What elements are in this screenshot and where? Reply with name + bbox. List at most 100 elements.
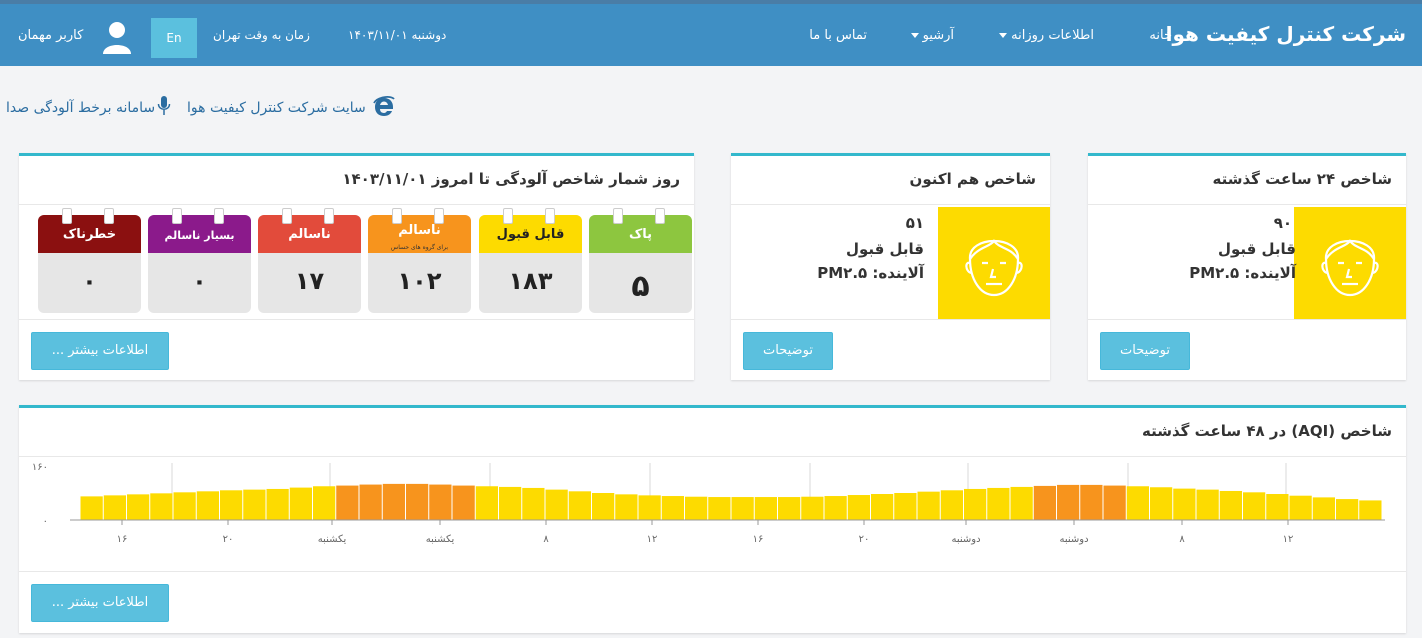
chart-bar[interactable] bbox=[196, 491, 219, 520]
aqi-48h-title: شاخص (AQI) در ۴۸ ساعت گذشته bbox=[1142, 422, 1392, 440]
air-quality-site-link[interactable]: سایت شرکت کنترل کیفیت هوا bbox=[187, 100, 366, 116]
past-24h-details-button[interactable]: توضیحات bbox=[1100, 332, 1190, 370]
day-counter-more-button[interactable]: اطلاعات بیشتر ... bbox=[31, 332, 169, 370]
current-index-panel: شاخص هم اکنون ۵۱ قابل قبول آلاینده: PM۲.… bbox=[731, 153, 1050, 380]
user-icon[interactable] bbox=[102, 20, 132, 54]
divider bbox=[731, 319, 1050, 320]
chart-bar[interactable] bbox=[1103, 485, 1126, 520]
current-index-status: قابل قبول bbox=[845, 240, 924, 258]
x-tick-label: ۱۲ bbox=[1283, 534, 1294, 545]
tile-count: ۵ bbox=[631, 269, 650, 304]
chart-bar[interactable] bbox=[778, 497, 801, 520]
calendar-ring bbox=[613, 208, 623, 224]
current-index-details-button[interactable]: توضیحات bbox=[743, 332, 833, 370]
neutral-face-icon bbox=[965, 239, 1023, 297]
noise-pollution-link[interactable]: سامانه برخط آلودگی صدا bbox=[6, 100, 155, 116]
nav-archive-label: آرشیو bbox=[922, 28, 954, 43]
chart-bar[interactable] bbox=[1359, 500, 1382, 520]
language-button[interactable]: En bbox=[151, 18, 197, 58]
chart-bar[interactable] bbox=[987, 487, 1010, 520]
chart-bar[interactable] bbox=[1289, 495, 1312, 520]
x-tick-label: ۱۶ bbox=[117, 534, 128, 545]
chart-bar[interactable] bbox=[1219, 490, 1242, 520]
tile-header: بسیار ناسالم bbox=[148, 215, 251, 253]
chart-bar[interactable] bbox=[1336, 499, 1359, 520]
chart-bar[interactable] bbox=[173, 492, 196, 520]
nav-daily-label: اطلاعات روزانه bbox=[1011, 28, 1094, 43]
nav-archive[interactable]: آرشیو bbox=[910, 28, 954, 43]
chart-bar[interactable] bbox=[289, 487, 312, 520]
chart-bar[interactable] bbox=[475, 486, 498, 520]
chart-bar[interactable] bbox=[1243, 492, 1266, 520]
chart-bar[interactable] bbox=[1266, 494, 1289, 520]
chart-bar[interactable] bbox=[801, 496, 824, 520]
calendar-ring bbox=[172, 208, 182, 224]
microphone-icon[interactable] bbox=[157, 95, 171, 117]
guest-user-label[interactable]: کاربر مهمان bbox=[18, 28, 83, 43]
chart-bar[interactable] bbox=[1033, 485, 1056, 520]
tile-count: ۱۰۲ bbox=[397, 267, 442, 295]
aqi-48h-chart: ۰ ۱۶۰ ۱۶ ۲۰ یکشنبه یکشنبه ۸ ۱۲ ۱۶ ۲۰ دوشنبه دوشنبه ۸… bbox=[32, 462, 1385, 545]
chart-bar[interactable] bbox=[708, 497, 731, 520]
tile-header: خطرناک bbox=[38, 215, 141, 253]
chart-bar[interactable] bbox=[592, 493, 615, 520]
chart-bar[interactable] bbox=[871, 494, 894, 520]
chart-bar[interactable] bbox=[522, 487, 545, 520]
chart-bar[interactable] bbox=[313, 486, 336, 520]
chart-bar[interactable] bbox=[638, 495, 661, 520]
chart-bar[interactable] bbox=[220, 490, 243, 520]
chart-bar[interactable] bbox=[615, 494, 638, 520]
chevron-down-icon bbox=[910, 33, 919, 38]
chart-bar[interactable] bbox=[545, 489, 568, 520]
x-tick-label: ۲۰ bbox=[223, 534, 234, 545]
chart-bar[interactable] bbox=[661, 496, 684, 520]
chart-bar[interactable] bbox=[406, 483, 429, 520]
chart-bar[interactable] bbox=[1057, 484, 1080, 520]
aqi-48h-more-button[interactable]: اطلاعات بیشتر ... bbox=[31, 584, 169, 622]
chart-bar[interactable] bbox=[336, 485, 359, 520]
chart-bar[interactable] bbox=[452, 485, 475, 520]
chart-bar[interactable] bbox=[964, 488, 987, 520]
chart-bar[interactable] bbox=[847, 495, 870, 520]
chart-bar[interactable] bbox=[382, 483, 405, 520]
chart-bar[interactable] bbox=[1010, 486, 1033, 520]
chart-bar[interactable] bbox=[359, 484, 382, 520]
nav-contact[interactable]: تماس با ما bbox=[809, 28, 867, 43]
y-tick-label: ۱۶۰ bbox=[32, 462, 48, 473]
divider bbox=[1088, 319, 1406, 320]
nav-home[interactable]: خانه bbox=[1149, 28, 1172, 43]
chart-bar[interactable] bbox=[1196, 489, 1219, 520]
aqi-face-box bbox=[938, 207, 1050, 319]
x-tick-label: دوشنبه bbox=[951, 534, 980, 545]
chart-bar[interactable] bbox=[1126, 486, 1149, 520]
tile-hazardous: خطرناک ۰ bbox=[38, 215, 141, 313]
chart-bar[interactable] bbox=[127, 494, 150, 520]
chart-bar[interactable] bbox=[429, 484, 452, 520]
calendar-ring bbox=[545, 208, 555, 224]
chart-bar[interactable] bbox=[731, 497, 754, 520]
chart-bar[interactable] bbox=[894, 493, 917, 520]
nav-daily-info[interactable]: اطلاعات روزانه bbox=[999, 28, 1094, 43]
brand-title[interactable]: شرکت کنترل کیفیت هوا bbox=[1166, 22, 1406, 46]
chart-bar[interactable] bbox=[917, 491, 940, 520]
chart-bar[interactable] bbox=[103, 495, 126, 520]
divider bbox=[19, 571, 1406, 572]
chart-bar[interactable] bbox=[940, 490, 963, 520]
chart-bar[interactable] bbox=[1312, 497, 1335, 520]
x-tick-label: یکشنبه bbox=[318, 534, 347, 545]
chevron-down-icon bbox=[999, 33, 1008, 38]
chart-bar[interactable] bbox=[1173, 488, 1196, 520]
calendar-ring bbox=[282, 208, 292, 224]
chart-bar[interactable] bbox=[824, 496, 847, 520]
chart-bar[interactable] bbox=[754, 497, 777, 520]
chart-bar[interactable] bbox=[266, 488, 289, 520]
chart-bar[interactable] bbox=[685, 496, 708, 520]
chart-bar[interactable] bbox=[243, 489, 266, 520]
chart-bar[interactable] bbox=[80, 496, 103, 520]
chart-bar[interactable] bbox=[499, 486, 522, 520]
internet-explorer-icon[interactable] bbox=[372, 95, 396, 119]
chart-bar[interactable] bbox=[150, 493, 173, 520]
chart-bar[interactable] bbox=[1150, 487, 1173, 520]
chart-bar[interactable] bbox=[568, 491, 591, 520]
chart-bar[interactable] bbox=[1080, 484, 1103, 520]
